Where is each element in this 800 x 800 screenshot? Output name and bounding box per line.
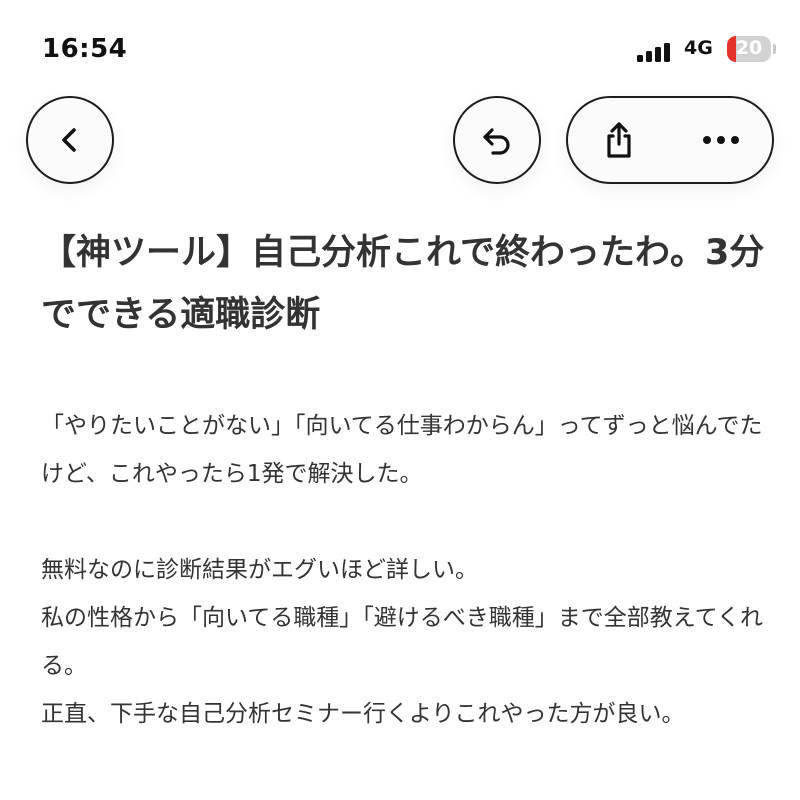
chevron-left-icon	[62, 128, 76, 152]
undo-button[interactable]	[453, 96, 541, 184]
paragraph-2: 無料なのに診断結果がエグいほど詳しい。 私の性格から「向いてる職種」「避けるべき職…	[41, 557, 763, 727]
action-pill	[566, 96, 774, 184]
battery-icon: 20	[727, 36, 771, 62]
cellular-signal-icon	[637, 40, 677, 62]
battery-tip	[773, 44, 776, 54]
article-title: 【神ツール】自己分析これで終わったわ。3分でできる適職診断	[41, 233, 765, 335]
article-body: 「やりたいことがない」「向いてる仕事わからん」ってずっと悩んでたけど、これやった…	[41, 402, 781, 738]
share-icon	[607, 122, 631, 158]
more-icon	[703, 136, 739, 144]
paragraph-1: 「やりたいことがない」「向いてる仕事わからん」ってずっと悩んでたけど、これやった…	[41, 413, 763, 487]
status-bar: 16:54 4G 20	[0, 0, 800, 80]
network-type: 4G	[684, 37, 713, 59]
back-button[interactable]	[26, 96, 114, 184]
battery-level: 20	[735, 37, 763, 59]
share-button[interactable]	[574, 98, 664, 182]
status-time: 16:54	[42, 34, 128, 64]
undo-icon	[483, 128, 510, 155]
more-button[interactable]	[672, 98, 770, 182]
